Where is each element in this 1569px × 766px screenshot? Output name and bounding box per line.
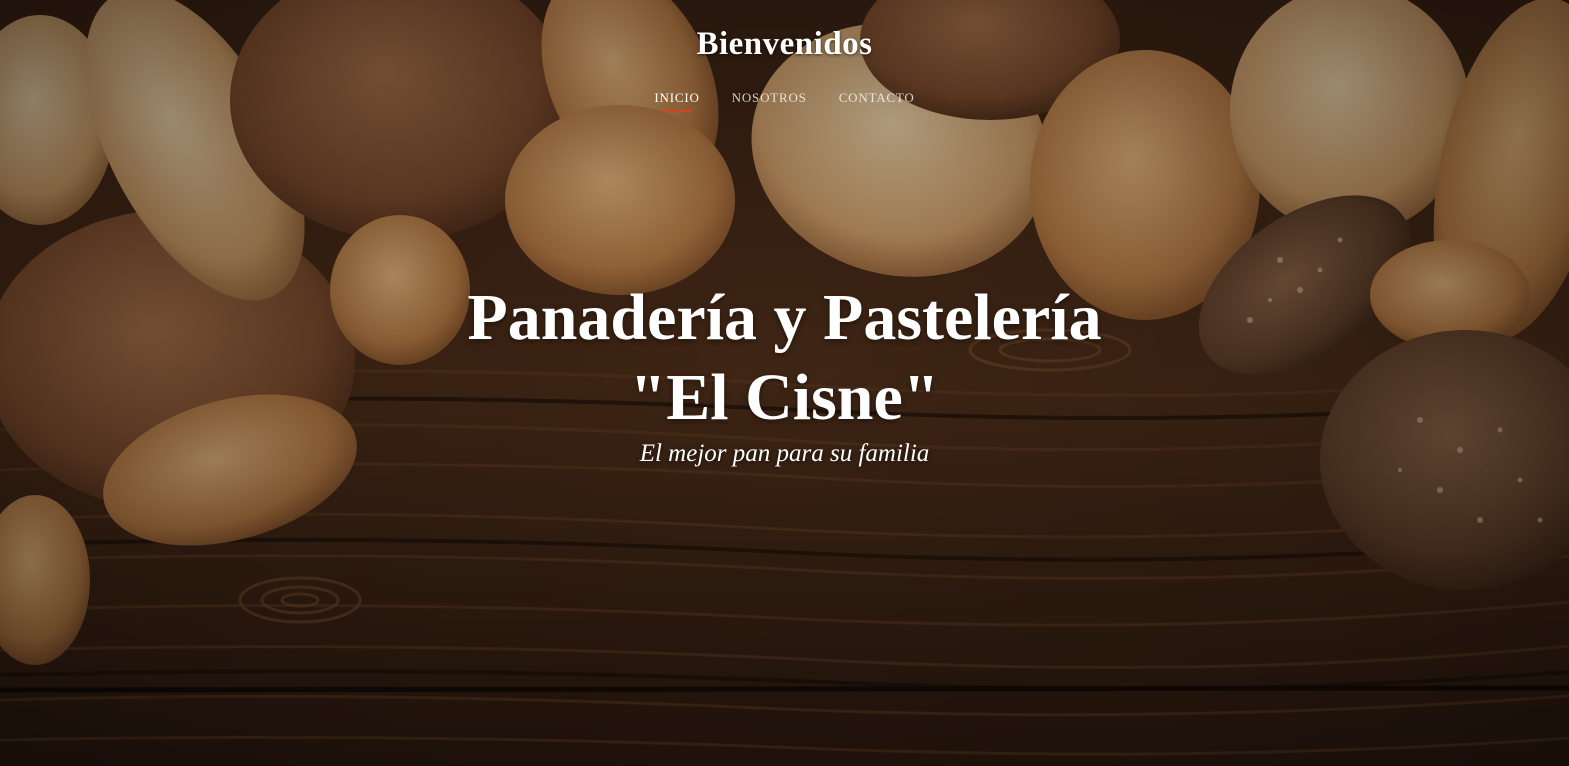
site-title[interactable]: Bienvenidos [0, 26, 1569, 63]
headline-line-1: Panadería y Pastelería [467, 281, 1102, 354]
hero-tagline: El mejor pan para su familia [639, 440, 930, 467]
hero-headline: Panadería y Pastelería "El Cisne" [0, 278, 1569, 438]
main-nav: INICIO NOSOTROS CONTACTO [0, 90, 1569, 112]
headline-line-2: "El Cisne" [629, 361, 940, 434]
nav-item-inicio[interactable]: INICIO [654, 90, 699, 112]
hero-section: Bienvenidos INICIO NOSOTROS CONTACTO Pan… [0, 0, 1569, 766]
nav-item-nosotros[interactable]: NOSOTROS [732, 90, 807, 112]
nav-item-contacto[interactable]: CONTACTO [839, 90, 915, 112]
